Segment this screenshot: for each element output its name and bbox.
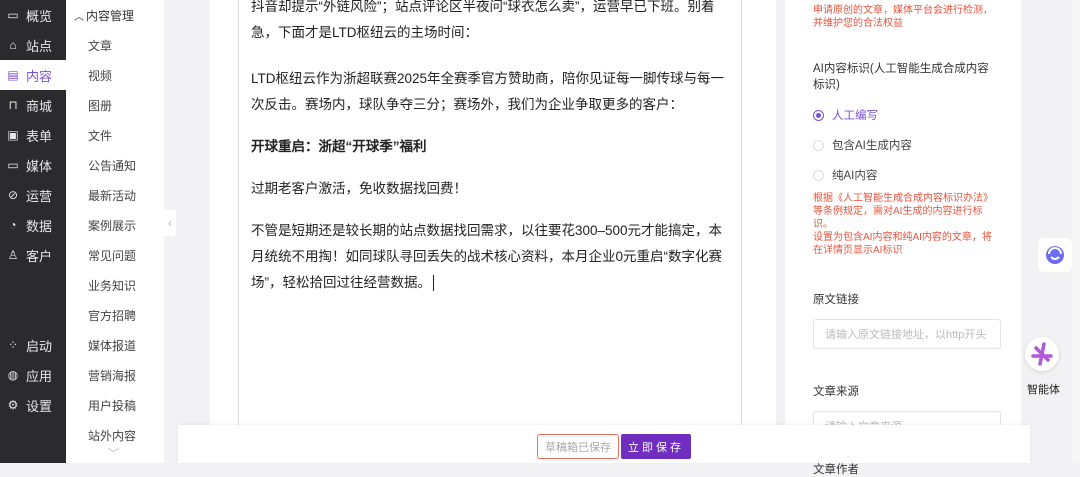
nav-item-video[interactable]: ▭ 媒体 — [0, 150, 66, 180]
user-icon: ♙ — [7, 248, 19, 262]
submenu-item[interactable]: 用户投稿 — [66, 390, 164, 420]
nav-item-home[interactable]: ⌂ 站点 — [0, 30, 66, 60]
nav-item-label: 客户 — [26, 248, 53, 264]
submenu-item[interactable]: 公告通知 — [66, 150, 164, 180]
nav-item-launch-dots[interactable]: ⁘ 启动 — [0, 330, 66, 360]
paragraph: LTD枢纽云作为浙超联赛2025年全赛季官方赞助商，陪你见证每一脚传球与每一次反… — [251, 71, 725, 112]
source-label: 文章来源 — [813, 386, 859, 398]
submenu-item[interactable]: 图册 — [66, 90, 164, 120]
submenu-item[interactable]: 业务知识 — [66, 270, 164, 300]
paragraph: 抖音却提示“外链风险”；站点评论区半夜问“球衣怎么卖”，运营早已下班。别着急，下… — [251, 0, 715, 40]
paperclip-icon: ⊘ — [7, 188, 19, 202]
chevron-up-icon: ︿ — [74, 11, 84, 23]
pie-chart-icon: ◔ — [9, 218, 17, 232]
radio-label: 人工编写 — [832, 110, 878, 122]
paragraph-heading: 开球重启：浙超“开球季”福利 — [251, 134, 729, 160]
nav-item-gear[interactable]: ⚙ 设置 — [0, 390, 66, 420]
customer-service-button[interactable] — [1038, 238, 1072, 272]
nav-item-label: 启动 — [26, 338, 53, 354]
ai-note: 根据《人工智能生成合成内容标识办法》等条例规定，需对AI生成的内容进行标识。 — [813, 193, 993, 230]
nav-item-paperclip[interactable]: ⊘ 运营 — [0, 180, 66, 210]
radio-circle-icon — [813, 139, 824, 151]
agent-star-icon — [1031, 342, 1053, 366]
nav-item-label: 内容 — [26, 68, 53, 84]
author-label: 文章作者 — [813, 464, 859, 476]
text-caret — [433, 275, 434, 292]
nav-item-label: 数据 — [26, 218, 53, 234]
submenu-item[interactable]: 营销海报 — [66, 360, 164, 390]
submenu-item[interactable]: 官方招聘 — [66, 300, 164, 330]
ai-label-heading: AI内容标识(人工智能生成合成内容标识) — [813, 63, 989, 91]
submenu-item[interactable]: 文章 — [66, 30, 164, 60]
video-icon: ▭ — [7, 158, 19, 172]
nav-item-label: 站点 — [26, 38, 53, 54]
radio-label: 包含AI生成内容 — [832, 140, 912, 152]
submenu-item[interactable]: 文件 — [66, 120, 164, 150]
ai-option-radio[interactable]: 包含AI生成内容 — [813, 130, 993, 160]
form-icon: ▣ — [7, 128, 19, 142]
submenu-item[interactable]: 案例展示 — [66, 210, 164, 240]
paragraph: 过期老客户激活，免收数据找回费！ — [251, 181, 467, 196]
nav-item-label: 应用 — [26, 368, 53, 384]
nav-item-shop[interactable]: ⊓ 商城 — [0, 90, 66, 120]
shop-icon: ⊓ — [8, 98, 18, 112]
nav-item-pie-chart[interactable]: ◔ 数据 — [0, 210, 66, 240]
paragraph: 不管是短期还是较长期的站点数据找回需求，以往要花300–500元才能搞定，本月统… — [251, 218, 729, 296]
nav-item-document[interactable]: ▤ 内容 — [0, 60, 66, 90]
apps-ring-icon: ◍ — [7, 368, 19, 382]
chevron-left-icon: ‹ — [168, 216, 172, 230]
editor-panel: 抖音却提示“外链风险”；站点评论区半夜问“球衣怎么卖”，运营早已下班。别着急，下… — [210, 0, 776, 430]
nav-item-monitor[interactable]: ▭ 概览 — [0, 0, 66, 30]
draft-status-button[interactable]: 草稿箱已保存 — [537, 434, 619, 459]
radio-circle-icon — [813, 169, 824, 181]
nav-item-apps-ring[interactable]: ◍ 应用 — [0, 360, 66, 390]
submenu-item[interactable]: 常见问题 — [66, 240, 164, 270]
monitor-icon: ▭ — [7, 8, 19, 22]
submenu: ︿ 内容管理 文章 视频 图册 文件 公告通知 最新活动 案例展示 常见问题 业务知识 官方招聘 媒体… — [66, 0, 164, 463]
original-note: 申请原创的文章，媒体平台会进行检测，并维护您的合法权益 — [813, 5, 993, 29]
headset-icon — [1046, 246, 1064, 264]
gear-icon: ⚙ — [7, 398, 19, 412]
submenu-item[interactable]: 媒体报道 — [66, 330, 164, 360]
source-link-input[interactable]: 请输入原文链接地址，以http开头 — [813, 319, 1001, 349]
settings-panel: 申请原创的文章，媒体平台会进行检测，并维护您的合法权益 AI内容标识(人工智能生… — [785, 0, 1021, 476]
submenu-item[interactable]: 视频 — [66, 60, 164, 90]
nav-item-user[interactable]: ♙ 客户 — [0, 240, 66, 270]
ai-note-2: 设置为包含AI内容和纯AI内容的文章，将在详情页显示AI标识 — [813, 232, 992, 256]
article-editor[interactable]: 抖音却提示“外链风险”；站点评论区半夜问“球衣怎么卖”，运营早已下班。别着急，下… — [238, 0, 742, 430]
scroll-down-icon[interactable]: ﹀ — [108, 445, 119, 461]
home-icon: ⌂ — [9, 38, 17, 52]
agent-button[interactable] — [1025, 337, 1059, 371]
launch-dots-icon: ⁘ — [7, 338, 19, 352]
source-link-label: 原文链接 — [813, 294, 859, 306]
submenu-title: 内容管理 — [86, 8, 135, 23]
main-nav: ▭ 概览 ⌂ 站点 ▤ 内容 ⊓ 商城 ▣ 表单 ▭ 媒体 ⊘ 运营 ◔ 数据 ♙ 客户 ⁘ 启动 ◍ 应用 ⚙ 设置 — [0, 0, 66, 463]
collapse-submenu-button[interactable]: ‹ — [164, 210, 176, 236]
nav-item-label: 媒体 — [26, 158, 53, 174]
radio-label: 纯AI内容 — [832, 170, 878, 182]
page-scrollbar[interactable] — [1072, 0, 1080, 463]
nav-item-label: 表单 — [26, 128, 53, 144]
submenu-header[interactable]: ︿ 内容管理 — [66, 0, 164, 30]
document-icon: ▤ — [7, 68, 19, 82]
nav-item-label: 概览 — [26, 8, 53, 24]
heading-text: 开球重启：浙超“开球季”福利 — [251, 139, 427, 154]
nav-item-label: 商城 — [26, 98, 53, 114]
save-now-button[interactable]: 立即保存 — [621, 434, 691, 459]
ai-option-radio[interactable]: 纯AI内容 — [813, 160, 993, 190]
agent-label: 智能体 — [1027, 384, 1060, 396]
ai-option-radio[interactable]: 人工编写 — [813, 100, 993, 130]
radio-circle-icon — [813, 109, 824, 121]
nav-item-form[interactable]: ▣ 表单 — [0, 120, 66, 150]
paragraph-text: 不管是短期还是较长期的站点数据找回需求，以往要花300–500元才能搞定，本月统… — [251, 223, 723, 290]
submenu-item[interactable]: 最新活动 — [66, 180, 164, 210]
nav-item-label: 设置 — [26, 398, 53, 414]
nav-item-label: 运营 — [26, 188, 53, 204]
